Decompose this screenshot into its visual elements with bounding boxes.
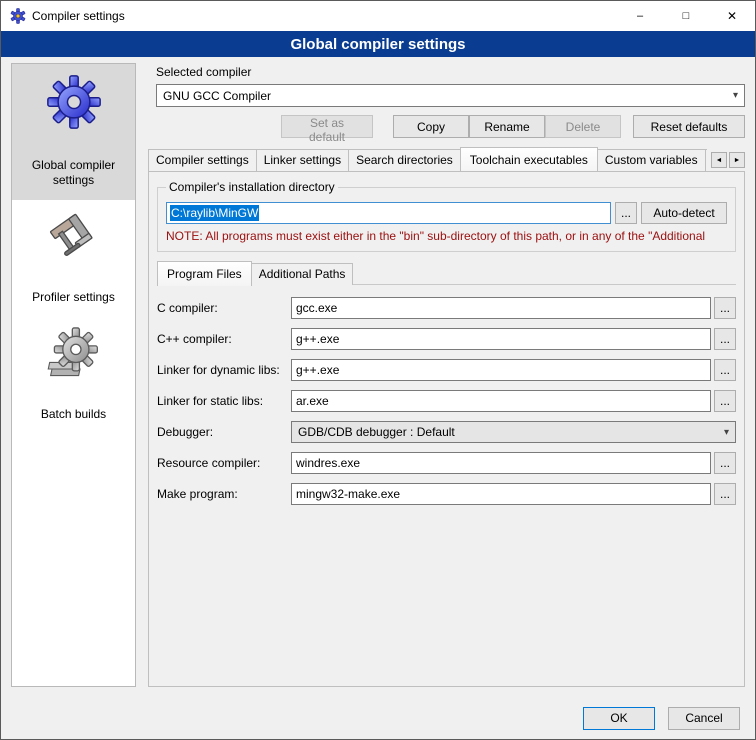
browse-button[interactable]: ... xyxy=(714,328,736,350)
browse-button[interactable]: ... xyxy=(714,297,736,319)
page-title: Global compiler settings xyxy=(1,31,755,57)
tab-program-files[interactable]: Program Files xyxy=(157,261,252,286)
resource-compiler-input[interactable] xyxy=(291,452,711,474)
settings-tabstrip: Compiler settings Linker settings Search… xyxy=(148,148,745,171)
debugger-select[interactable]: GDB/CDB debugger : Default ▾ xyxy=(291,421,736,443)
browse-button[interactable]: ... xyxy=(714,483,736,505)
browse-button[interactable]: ... xyxy=(714,452,736,474)
rename-button[interactable]: Rename xyxy=(469,115,545,138)
make-program-input[interactable] xyxy=(291,483,711,505)
field-row-debugger: Debugger: GDB/CDB debugger : Default ▾ xyxy=(157,421,736,443)
tab-toolchain-executables[interactable]: Toolchain executables xyxy=(460,147,598,171)
installation-directory-input[interactable]: C:\raylib\MinGW xyxy=(166,202,611,224)
sidebar-item-global-compiler-settings[interactable]: Global compiler settings xyxy=(12,64,135,200)
tab-build-options[interactable]: Buil xyxy=(705,149,707,171)
sidebar-item-label: Profiler settings xyxy=(32,290,115,305)
cpp-compiler-label: C++ compiler: xyxy=(157,332,291,346)
auto-detect-button[interactable]: Auto-detect xyxy=(641,202,727,224)
cpp-compiler-input[interactable] xyxy=(291,328,711,350)
tab-compiler-settings[interactable]: Compiler settings xyxy=(148,149,257,171)
app-icon[interactable] xyxy=(10,8,26,24)
copy-button[interactable]: Copy xyxy=(393,115,469,138)
minimize-button[interactable]: – xyxy=(617,1,663,31)
browse-button[interactable]: ... xyxy=(714,390,736,412)
program-files-pane: C compiler: ... C++ compiler: ... Linker… xyxy=(157,284,736,505)
settings-category-list: Global compiler settings Profiler se xyxy=(11,63,136,687)
field-row-resource-compiler: Resource compiler: ... xyxy=(157,452,736,474)
c-compiler-label: C compiler: xyxy=(157,301,291,315)
debugger-label: Debugger: xyxy=(157,425,291,439)
delete-button: Delete xyxy=(545,115,621,138)
set-as-default-button: Set as default xyxy=(281,115,373,138)
browse-directory-button[interactable]: ... xyxy=(615,202,637,224)
clamp-tool-icon xyxy=(46,210,102,266)
tab-search-directories[interactable]: Search directories xyxy=(348,149,461,171)
field-row-static-linker: Linker for static libs: ... xyxy=(157,390,736,412)
c-compiler-input[interactable] xyxy=(291,297,711,319)
tab-linker-settings[interactable]: Linker settings xyxy=(256,149,349,171)
note-text: NOTE: All programs must exist either in … xyxy=(166,229,727,243)
close-button[interactable]: ✕ xyxy=(709,1,755,31)
compiler-settings-window: Compiler settings – □ ✕ Global compiler … xyxy=(0,0,756,740)
cancel-button[interactable]: Cancel xyxy=(668,707,740,730)
titlebar: Compiler settings – □ ✕ xyxy=(1,1,755,31)
field-row-make-program: Make program: ... xyxy=(157,483,736,505)
ok-button[interactable]: OK xyxy=(583,707,655,730)
dynamic-linker-input[interactable] xyxy=(291,359,711,381)
installation-directory-value: C:\raylib\MinGW xyxy=(170,205,259,221)
field-row-c-compiler: C compiler: ... xyxy=(157,297,736,319)
tab-additional-paths[interactable]: Additional Paths xyxy=(251,263,354,285)
dynamic-linker-label: Linker for dynamic libs: xyxy=(157,363,291,377)
window-title: Compiler settings xyxy=(32,9,617,23)
resource-compiler-label: Resource compiler: xyxy=(157,456,291,470)
program-tabstrip: Program Files Additional Paths xyxy=(157,262,736,285)
chevron-down-icon: ▾ xyxy=(733,90,738,101)
make-program-label: Make program: xyxy=(157,487,291,501)
reset-defaults-button[interactable]: Reset defaults xyxy=(633,115,745,138)
sidebar-item-profiler-settings[interactable]: Profiler settings xyxy=(12,200,135,317)
field-row-cpp-compiler: C++ compiler: ... xyxy=(157,328,736,350)
compiler-select[interactable]: GNU GCC Compiler ▾ xyxy=(156,84,745,107)
chevron-down-icon: ▾ xyxy=(724,427,729,438)
maximize-button[interactable]: □ xyxy=(663,1,709,31)
grey-gear-icon xyxy=(46,327,102,383)
field-row-dynamic-linker: Linker for dynamic libs: ... xyxy=(157,359,736,381)
installation-directory-group: Compiler's installation directory C:\ray… xyxy=(157,180,736,252)
static-linker-label: Linker for static libs: xyxy=(157,394,291,408)
blue-gear-icon xyxy=(46,74,102,130)
tab-scroll-left-icon[interactable]: ◄ xyxy=(711,152,727,168)
installation-directory-group-title: Compiler's installation directory xyxy=(166,180,338,194)
sidebar-item-label: Global compiler settings xyxy=(16,158,131,188)
toolchain-executables-pane: Compiler's installation directory C:\ray… xyxy=(148,171,745,687)
selected-compiler-label: Selected compiler xyxy=(156,65,745,79)
sidebar-item-label: Batch builds xyxy=(41,407,106,422)
dialog-footer: OK Cancel xyxy=(1,697,755,739)
tab-scroll-right-icon[interactable]: ► xyxy=(729,152,745,168)
tab-custom-variables[interactable]: Custom variables xyxy=(597,149,706,171)
browse-button[interactable]: ... xyxy=(714,359,736,381)
sidebar-item-batch-builds[interactable]: Batch builds xyxy=(12,317,135,434)
static-linker-input[interactable] xyxy=(291,390,711,412)
